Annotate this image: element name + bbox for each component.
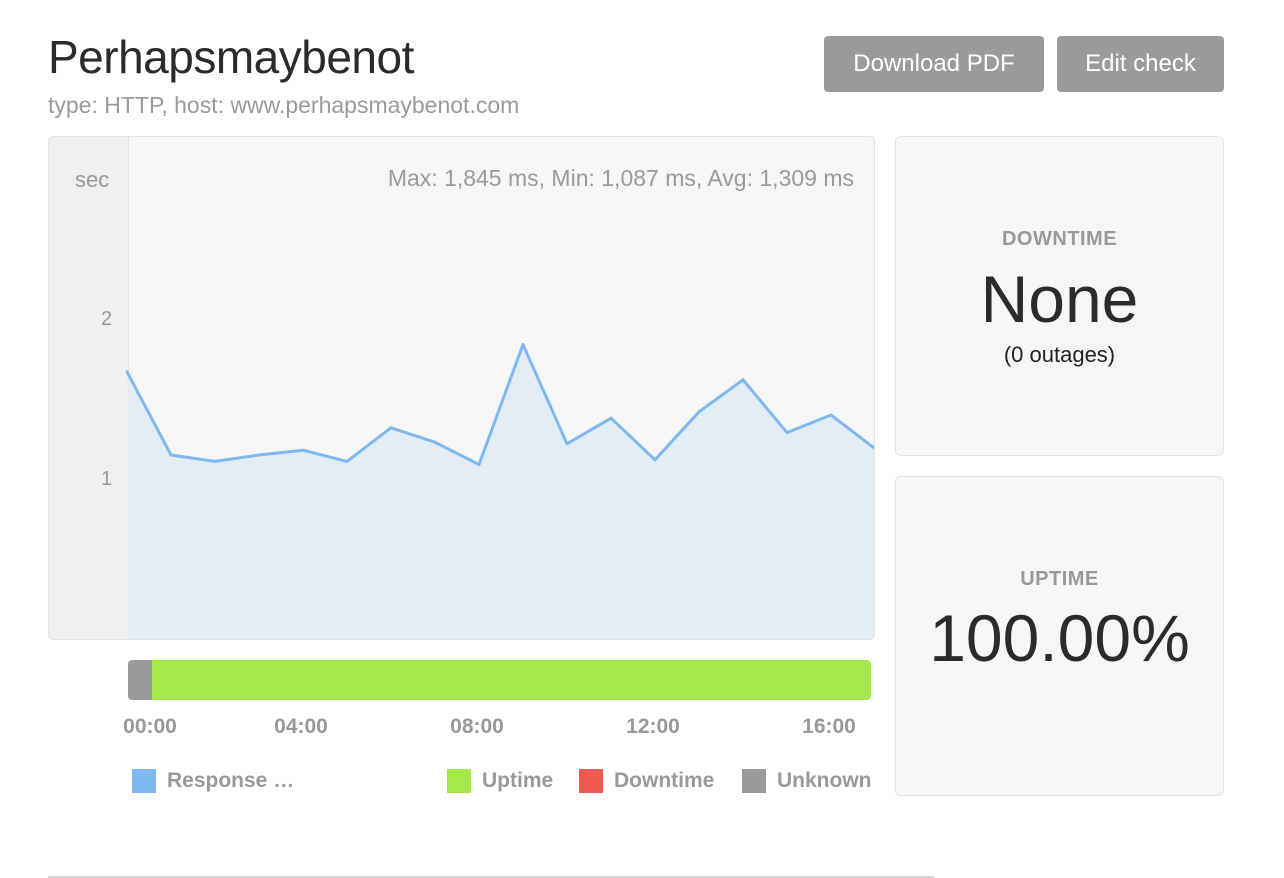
response-point <box>389 426 393 430</box>
downtime-card: DOWNTIME None (0 outages) <box>895 136 1224 456</box>
response-point <box>741 378 745 382</box>
x-tick-label: 16:00 <box>802 715 856 738</box>
status-segment-uptime <box>151 660 871 700</box>
status-segment-unknown <box>128 660 152 700</box>
response-point <box>785 431 789 435</box>
downtime-label: DOWNTIME <box>1001 228 1118 250</box>
response-point <box>301 448 305 452</box>
response-point <box>345 459 349 463</box>
downtime-value: None <box>980 262 1139 336</box>
legend-response[interactable]: Response … <box>132 766 294 796</box>
response-point <box>697 410 701 414</box>
outage-count: (0 outages) <box>1003 342 1116 367</box>
uptime-value: 100.00% <box>929 601 1190 675</box>
legend-swatch-uptime <box>447 769 471 793</box>
legend-swatch-downtime <box>579 769 603 793</box>
x-tick-label: 12:00 <box>626 715 680 738</box>
legend-swatch-unknown <box>742 769 766 793</box>
edit-check-button[interactable]: Edit check <box>1057 36 1224 92</box>
response-point <box>521 343 525 347</box>
response-point <box>565 442 569 446</box>
x-tick-label: 04:00 <box>274 715 328 738</box>
legend-label-uptime: Uptime <box>482 769 554 792</box>
legend-uptime[interactable]: Uptime <box>447 766 553 796</box>
response-point <box>257 453 261 457</box>
response-point <box>125 370 129 374</box>
x-tick-label: 00:00 <box>123 715 177 738</box>
response-point <box>433 440 437 444</box>
legend-swatch-response <box>132 769 156 793</box>
page-title: Perhapsmaybenot <box>48 31 414 83</box>
legend-downtime[interactable]: Downtime <box>579 766 714 796</box>
legend-unknown[interactable]: Unknown <box>742 766 872 796</box>
download-pdf-button[interactable]: Download PDF <box>824 36 1044 92</box>
response-stats: Max: 1,845 ms, Min: 1,087 ms, Avg: 1,309… <box>387 165 854 191</box>
response-time-chart: sec 2 1 Max: 1,845 ms, Min: 1,087 ms, Av… <box>48 136 875 640</box>
response-point <box>213 459 217 463</box>
response-plot <box>125 343 874 639</box>
uptime-card: UPTIME 100.00% <box>895 476 1224 796</box>
status-timeline-bar <box>128 660 871 700</box>
response-point <box>609 416 613 420</box>
response-area <box>127 344 874 639</box>
response-point <box>169 453 173 457</box>
response-point <box>477 463 481 467</box>
legend-label-response: Response … <box>167 769 295 792</box>
check-details: type: HTTP, host: www.perhapsmaybenot.co… <box>48 92 520 118</box>
uptime-label: UPTIME <box>1020 568 1099 590</box>
legend-label-unknown: Unknown <box>777 769 872 792</box>
response-point <box>829 413 833 417</box>
x-tick-label: 08:00 <box>450 715 504 738</box>
legend-label-downtime: Downtime <box>614 769 715 792</box>
response-point <box>653 458 657 462</box>
